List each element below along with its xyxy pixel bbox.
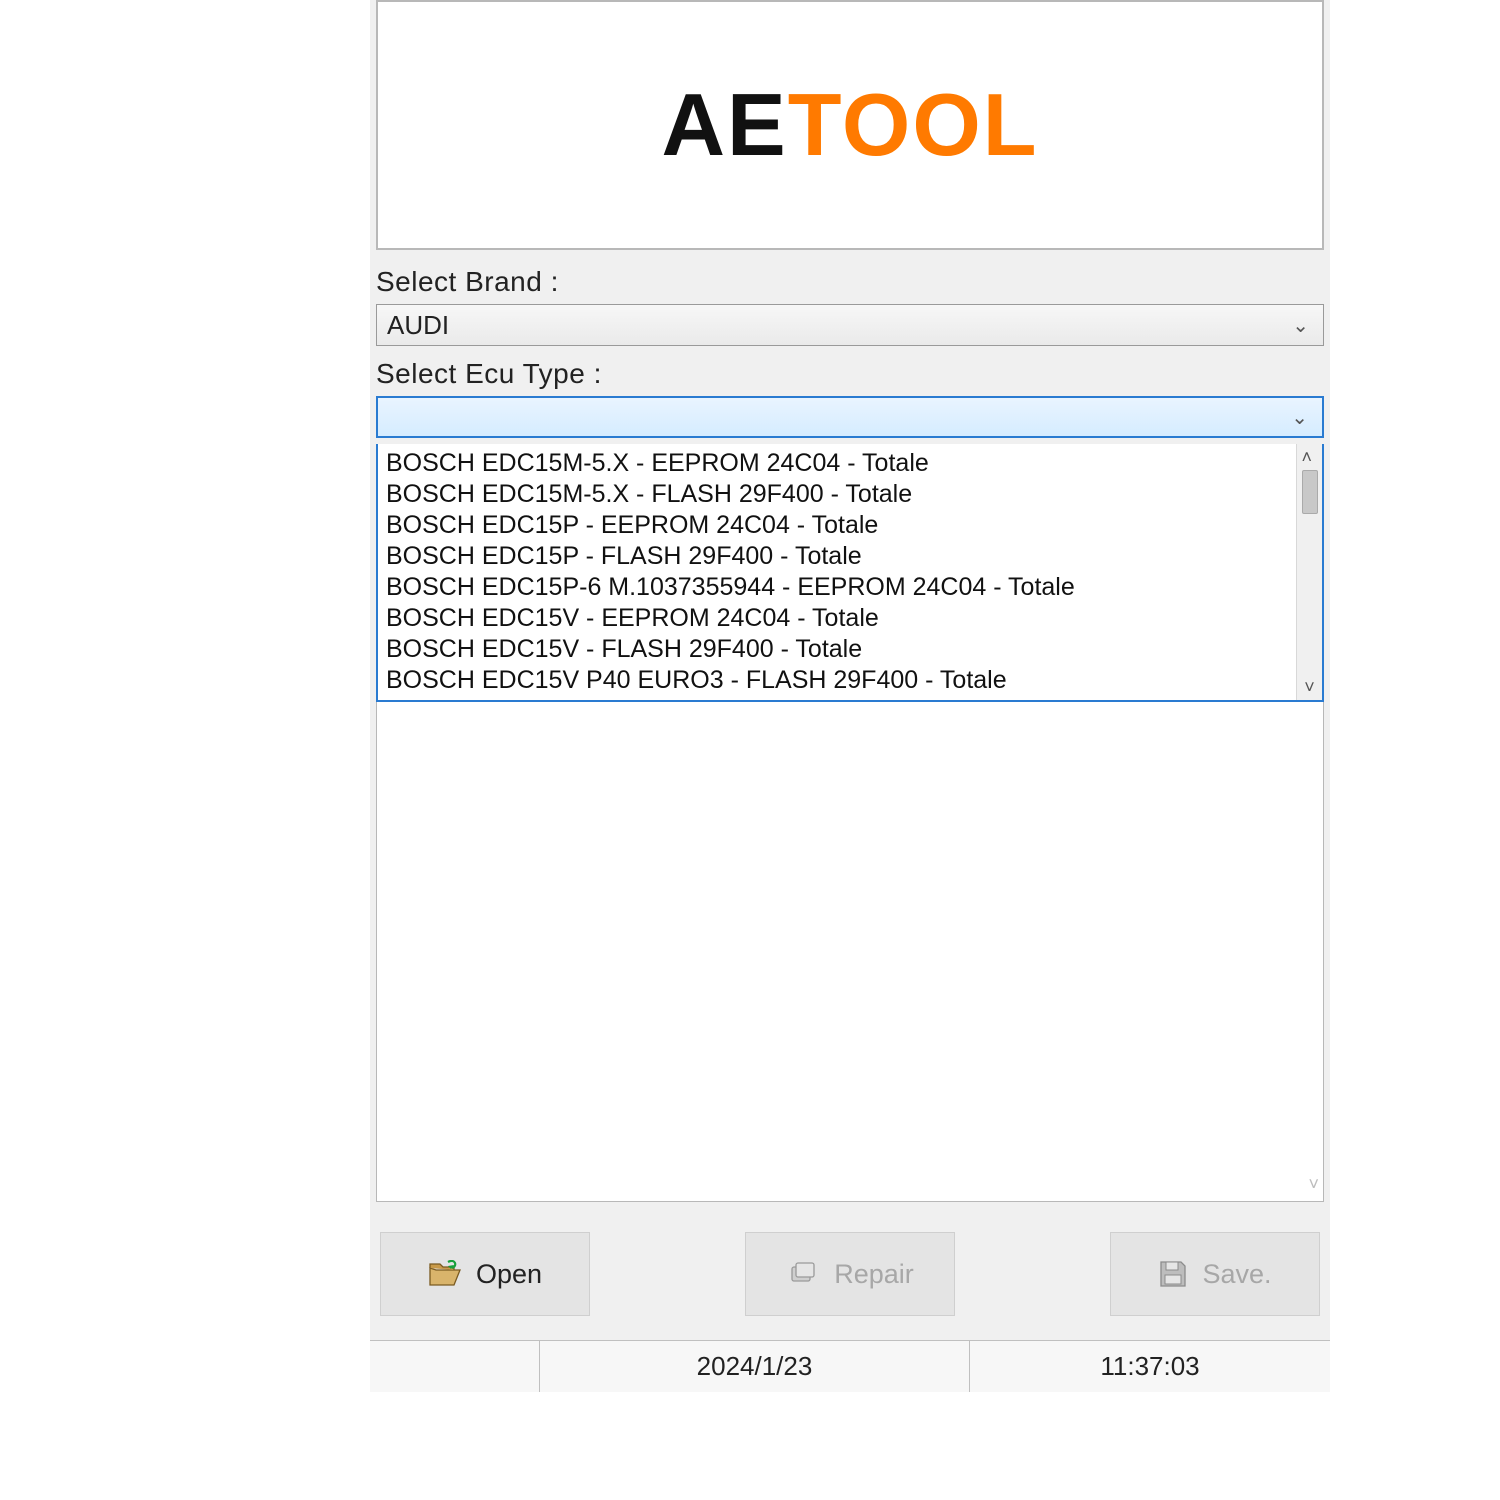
brand-select-value: AUDI bbox=[387, 310, 449, 341]
scroll-thumb[interactable] bbox=[1302, 470, 1318, 514]
save-button-label: Save. bbox=[1202, 1259, 1271, 1290]
ecu-type-option[interactable]: BOSCH EDC15P-6 M.1037355944 - EEPROM 24C… bbox=[378, 572, 1296, 603]
select-ecu-label: Select Ecu Type : bbox=[370, 352, 1330, 396]
open-button-label: Open bbox=[476, 1259, 542, 1290]
chevron-down-icon: ⌄ bbox=[1292, 313, 1309, 338]
dropdown-scrollbar[interactable]: ˄ ˅ bbox=[1296, 444, 1322, 700]
logo-part-ae: AE bbox=[661, 75, 787, 174]
logo-part-tool: TOOL bbox=[788, 75, 1039, 174]
app-logo: AETOOL bbox=[661, 81, 1038, 169]
button-bar: Open Repair Save. bbox=[370, 1202, 1330, 1340]
repair-button[interactable]: Repair bbox=[745, 1232, 955, 1316]
status-time: 11:37:03 bbox=[970, 1341, 1330, 1392]
select-brand-label: Select Brand : bbox=[370, 260, 1330, 304]
ecu-type-option[interactable]: BOSCH EDC15P - EEPROM 24C04 - Totale bbox=[378, 510, 1296, 541]
status-bar: 2024/1/23 11:37:03 bbox=[370, 1340, 1330, 1392]
chevron-down-icon: ⌄ bbox=[1291, 405, 1308, 430]
repair-icon bbox=[786, 1259, 820, 1289]
ecu-type-option[interactable]: BOSCH EDC15P - FLASH 29F400 - Totale bbox=[378, 541, 1296, 572]
status-spacer bbox=[370, 1341, 540, 1392]
save-icon bbox=[1158, 1259, 1188, 1289]
open-button[interactable]: Open bbox=[380, 1232, 590, 1316]
repair-button-label: Repair bbox=[834, 1259, 914, 1290]
logo-frame: AETOOL bbox=[376, 0, 1324, 250]
ecu-type-option[interactable]: BOSCH EDC15M-5.X - FLASH 29F400 - Totale bbox=[378, 479, 1296, 510]
app-panel: AETOOL Select Brand : AUDI ⌄ Select Ecu … bbox=[370, 0, 1330, 1392]
ecu-type-option-list: BOSCH EDC15M-5.X - EEPROM 24C04 - Totale… bbox=[378, 444, 1296, 700]
folder-open-icon bbox=[428, 1260, 462, 1288]
ecu-type-option[interactable]: BOSCH EDC15V - FLASH 29F400 - Totale bbox=[378, 634, 1296, 665]
ecu-type-option[interactable]: BOSCH EDC15V P40 EURO3 - FLASH 29F400 - … bbox=[378, 665, 1296, 696]
scroll-down-arrow-icon[interactable]: ˅ bbox=[1308, 1174, 1319, 1195]
status-date: 2024/1/23 bbox=[540, 1341, 970, 1392]
ecu-type-option[interactable]: BOSCH EDC15V - EEPROM 24C04 - Totale bbox=[378, 603, 1296, 634]
ecu-type-dropdown: BOSCH EDC15M-5.X - EEPROM 24C04 - Totale… bbox=[376, 444, 1324, 702]
brand-select[interactable]: AUDI ⌄ bbox=[376, 304, 1324, 346]
ecu-type-option[interactable]: BOSCH EDC15M-5.X - EEPROM 24C04 - Totale bbox=[378, 448, 1296, 479]
scroll-up-arrow-icon[interactable]: ˄ bbox=[1302, 448, 1318, 514]
scroll-down-arrow-icon[interactable]: ˅ bbox=[1304, 678, 1315, 696]
ecu-type-select[interactable]: ⌄ bbox=[376, 396, 1324, 438]
content-area: ˅ bbox=[376, 702, 1324, 1202]
save-button[interactable]: Save. bbox=[1110, 1232, 1320, 1316]
